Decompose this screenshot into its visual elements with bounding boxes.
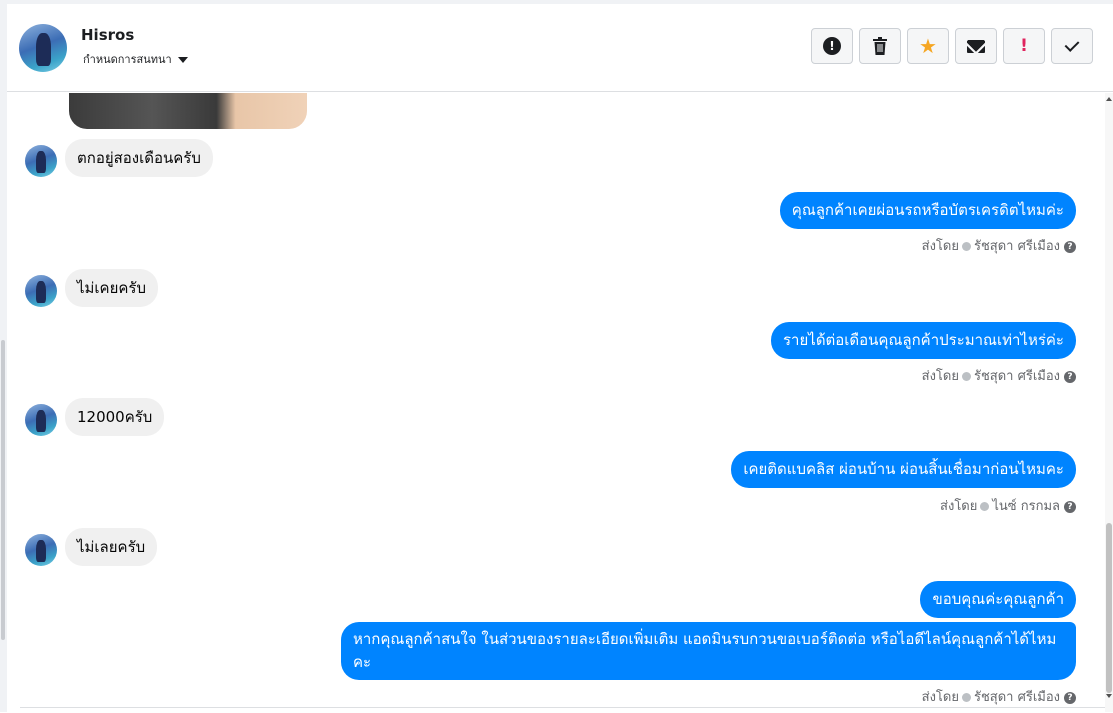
sent-by-info: ส่งโดย รัชสุดา ศรีเมือง? bbox=[922, 235, 1076, 256]
scroll-up-arrow-icon[interactable] bbox=[1106, 97, 1112, 101]
sent-by-info: ส่งโดย ไนซ์ กรกมล? bbox=[940, 495, 1076, 516]
avatar-person-figure bbox=[36, 539, 47, 563]
sender-status-icon bbox=[961, 372, 971, 381]
left-panel-edge bbox=[0, 0, 7, 712]
outgoing-message-bubble[interactable]: ขอบคุณค่ะคุณลูกค้า bbox=[920, 581, 1076, 618]
mark-done-button[interactable] bbox=[1051, 28, 1093, 64]
avatar-person-figure bbox=[36, 280, 47, 304]
avatar-person-figure bbox=[36, 150, 47, 174]
message-composer-edge[interactable] bbox=[20, 707, 1105, 713]
sender-status-icon bbox=[980, 502, 990, 511]
avatar-person-figure bbox=[36, 409, 47, 433]
message-thread[interactable]: ตกอยู่สองเดือนครับ คุณลูกค้าเคยผ่อนรถหรื… bbox=[7, 93, 1105, 712]
star-button[interactable]: ★ bbox=[907, 28, 949, 64]
envelope-icon bbox=[967, 39, 985, 53]
scroll-down-arrow-icon[interactable] bbox=[1106, 694, 1112, 698]
report-spam-button[interactable]: ! bbox=[811, 28, 853, 64]
checkmark-icon bbox=[1064, 36, 1080, 52]
incoming-message-bubble[interactable]: ไม่เลยครับ bbox=[65, 528, 158, 566]
help-icon[interactable]: ? bbox=[1064, 691, 1076, 704]
sender-name: ไนซ์ กรกมล bbox=[992, 499, 1060, 514]
contact-avatar[interactable] bbox=[25, 145, 57, 177]
avatar-person-figure bbox=[35, 32, 52, 67]
trash-icon bbox=[873, 37, 887, 55]
mark-unread-button[interactable] bbox=[955, 28, 997, 64]
scrollbar-thumb[interactable] bbox=[1106, 523, 1112, 693]
sender-name: รัชสุดา ศรีเมือง bbox=[973, 239, 1060, 254]
help-icon[interactable]: ? bbox=[1064, 500, 1076, 513]
incoming-message-bubble[interactable]: ตกอยู่สองเดือนครับ bbox=[65, 139, 213, 177]
assign-label: กำหนดการสนทนา bbox=[83, 53, 172, 66]
sent-by-label: ส่งโดย bbox=[940, 499, 978, 514]
sender-name: รัชสุดา ศรีเมือง bbox=[973, 690, 1060, 705]
sent-by-label: ส่งโดย bbox=[921, 369, 959, 384]
incoming-message-bubble[interactable]: ไม่เคยครับ bbox=[65, 269, 158, 307]
contact-name[interactable]: Hisros bbox=[81, 26, 134, 44]
exclamation-icon: ! bbox=[1020, 36, 1028, 56]
sender-status-icon bbox=[961, 693, 971, 702]
outgoing-message-bubble[interactable]: หากคุณลูกค้าสนใจ ในส่วนของรายละเอียดเพิ่… bbox=[341, 622, 1076, 680]
sender-name: รัชสุดา ศรีเมือง bbox=[973, 369, 1060, 384]
help-icon[interactable]: ? bbox=[1064, 240, 1076, 253]
sent-by-info: ส่งโดย รัชสุดา ศรีเมือง? bbox=[922, 365, 1076, 386]
star-icon: ★ bbox=[919, 34, 937, 58]
shared-image-attachment[interactable] bbox=[69, 93, 307, 129]
caret-down-icon bbox=[177, 57, 188, 63]
sent-by-label: ส่งโดย bbox=[921, 239, 959, 254]
help-icon[interactable]: ? bbox=[1064, 370, 1076, 383]
incoming-message-bubble[interactable]: 12000ครับ bbox=[65, 398, 165, 436]
assign-conversation-dropdown[interactable]: กำหนดการสนทนา bbox=[83, 50, 188, 68]
contact-avatar[interactable] bbox=[25, 275, 57, 307]
outgoing-message-bubble[interactable]: คุณลูกค้าเคยผ่อนรถหรือบัตรเครดิตไหมค่ะ bbox=[779, 192, 1076, 229]
contact-avatar[interactable] bbox=[25, 404, 57, 436]
contact-avatar[interactable] bbox=[19, 24, 67, 72]
outgoing-message-bubble[interactable]: เคยติดแบคลิส ผ่อนบ้าน ผ่อนสิ้นเชื่อมาก่อ… bbox=[731, 451, 1076, 488]
left-scrollbar-thumb[interactable] bbox=[1, 340, 5, 640]
warning-circle-icon: ! bbox=[823, 37, 841, 55]
delete-button[interactable] bbox=[859, 28, 901, 64]
sent-by-label: ส่งโดย bbox=[921, 690, 959, 705]
follow-up-button[interactable]: ! bbox=[1003, 28, 1045, 64]
header-actions: ! ★ ! bbox=[811, 28, 1093, 64]
outgoing-message-bubble[interactable]: รายได้ต่อเดือนคุณลูกค้าประมาณเท่าไหร่ค่ะ bbox=[771, 322, 1076, 359]
sender-status-icon bbox=[961, 242, 971, 251]
thread-scrollbar[interactable] bbox=[1105, 93, 1113, 712]
conversation-header: Hisros กำหนดการสนทนา ! ★ ! bbox=[7, 4, 1113, 92]
contact-avatar[interactable] bbox=[25, 534, 57, 566]
sent-by-info: ส่งโดย รัชสุดา ศรีเมือง? bbox=[922, 686, 1076, 707]
